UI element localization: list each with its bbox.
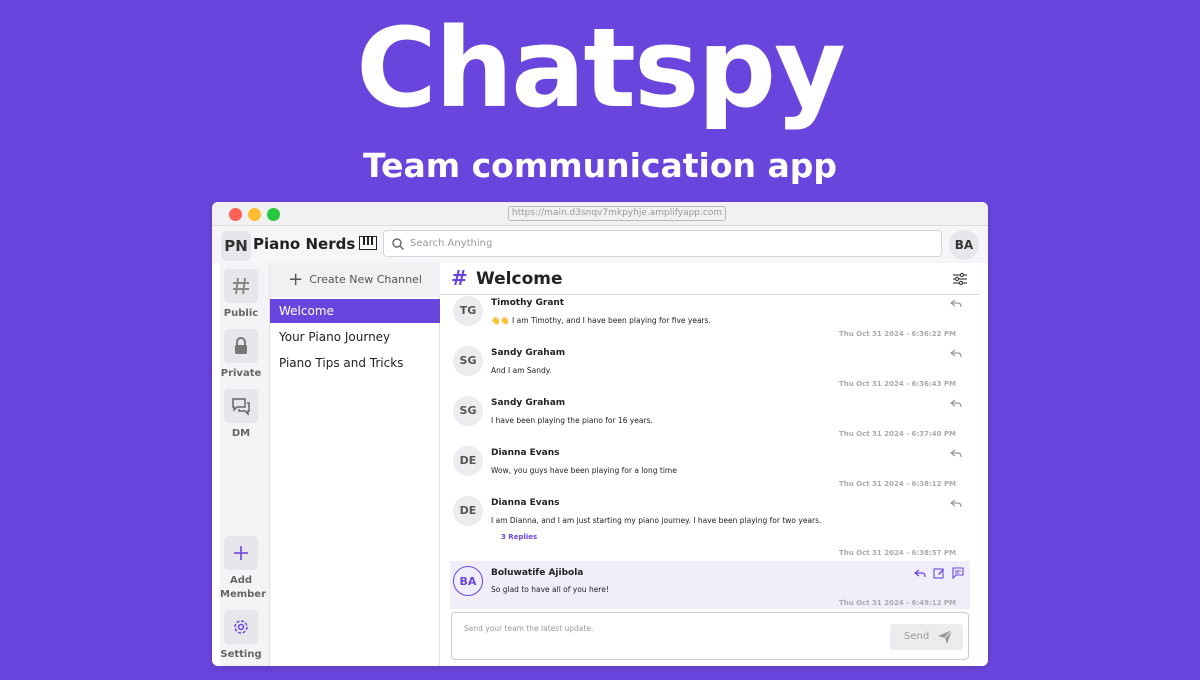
send-icon xyxy=(938,629,953,644)
message-text: Wow, you guys have been playing for a lo… xyxy=(491,466,677,475)
settings-button[interactable] xyxy=(224,610,258,644)
workspace-name-wrap: Piano Nerds xyxy=(253,234,378,254)
message-author[interactable]: Dianna Evans xyxy=(491,447,560,459)
private-label: Private xyxy=(220,368,262,379)
message-avatar[interactable]: SG xyxy=(453,346,483,376)
channel-item-piano-tips-and-tricks[interactable]: Piano Tips and Tricks xyxy=(270,351,440,375)
user-avatar[interactable]: BA xyxy=(949,230,979,260)
nav-rail: Public Private DM Add Member Setting xyxy=(220,263,270,666)
chat-bubbles-icon xyxy=(232,398,250,416)
message-item-own: BA Boluwatife Ajibola So glad to have al… xyxy=(450,561,970,609)
send-label: Send xyxy=(904,631,930,642)
message-item: SG Sandy Graham I have been playing the … xyxy=(450,396,970,444)
plus-icon: + xyxy=(288,269,304,290)
thread-reply-icon[interactable] xyxy=(952,567,964,579)
public-label: Public xyxy=(223,308,259,319)
filter-settings-icon[interactable] xyxy=(952,271,968,287)
thread-replies-link[interactable]: 3 Replies xyxy=(501,532,537,542)
add-member-button[interactable] xyxy=(224,536,258,570)
dm-label: DM xyxy=(231,428,251,439)
send-button[interactable]: Send xyxy=(890,624,963,650)
create-channel-label: Create New Channel xyxy=(309,273,422,286)
address-bar[interactable]: https://main.d3snqv7mkpyhje.amplifyapp.c… xyxy=(508,206,726,221)
lock-icon xyxy=(235,337,247,354)
message-avatar[interactable]: SG xyxy=(453,396,483,426)
hash-icon xyxy=(233,277,249,295)
message-text: 👋👋 I am Timothy, and I have been playing… xyxy=(491,316,711,325)
workspace-name: Piano Nerds xyxy=(253,235,356,253)
private-channels-button[interactable] xyxy=(224,329,258,363)
piano-keyboard-icon xyxy=(359,236,378,250)
search-bar[interactable]: Search Anything xyxy=(383,230,942,257)
message-timestamp: Thu Oct 31 2024 - 6:36:22 PM xyxy=(839,330,956,338)
message-text: So glad to have all of you here! xyxy=(491,585,609,594)
message-item: DE Dianna Evans Wow, you guys have been … xyxy=(450,446,970,494)
channel-main: # Welcome TG Timothy Grant 👋👋 I am Timot… xyxy=(440,263,988,666)
message-composer[interactable]: Send your team the latest update. Send xyxy=(451,612,969,660)
reply-icon[interactable] xyxy=(950,447,962,459)
hero-title: Chatspy xyxy=(356,4,846,132)
message-timestamp: Thu Oct 31 2024 - 6:38:12 PM xyxy=(839,480,956,488)
setting-label: Setting xyxy=(220,649,262,660)
message-item: TG Timothy Grant 👋👋 I am Timothy, and I … xyxy=(450,296,970,344)
message-author[interactable]: Sandy Graham xyxy=(491,347,565,359)
message-item: SG Sandy Graham And I am Sandy. Thu Oct … xyxy=(450,346,970,394)
reply-icon[interactable] xyxy=(950,347,962,359)
channel-list-panel: + Create New Channel Welcome Your Piano J… xyxy=(270,263,440,666)
direct-messages-button[interactable] xyxy=(224,389,258,423)
reply-icon[interactable] xyxy=(950,297,962,309)
channel-item-your-piano-journey[interactable]: Your Piano Journey xyxy=(270,325,440,349)
minimize-window-button[interactable] xyxy=(248,208,261,221)
app-topbar: PN Piano Nerds Search Anything BA xyxy=(212,226,988,263)
channel-hash-icon: # xyxy=(451,266,468,290)
channel-title: Welcome xyxy=(476,269,563,289)
reply-icon[interactable] xyxy=(950,397,962,409)
message-timestamp: Thu Oct 31 2024 - 6:49:12 PM xyxy=(839,599,956,607)
message-author[interactable]: Sandy Graham xyxy=(491,397,565,409)
add-member-label: Add Member xyxy=(220,575,267,600)
message-input[interactable]: Send your team the latest update. xyxy=(464,624,593,633)
message-text: I am Dianna, and I am just starting my p… xyxy=(491,516,822,525)
create-channel-button[interactable]: + Create New Channel xyxy=(270,263,440,297)
app-window: https://main.d3snqv7mkpyhje.amplifyapp.c… xyxy=(212,202,988,666)
message-author[interactable]: Dianna Evans xyxy=(491,497,560,509)
channel-item-welcome[interactable]: Welcome xyxy=(270,299,440,323)
message-text: I have been playing the piano for 16 yea… xyxy=(491,416,653,425)
channel-header: # Welcome xyxy=(440,263,980,295)
message-timestamp: Thu Oct 31 2024 - 6:38:57 PM xyxy=(839,549,956,557)
reply-icon[interactable] xyxy=(914,567,926,579)
search-input[interactable]: Search Anything xyxy=(410,231,492,256)
workspace-avatar[interactable]: PN xyxy=(221,231,251,261)
plus-icon xyxy=(234,546,248,560)
message-item: DE Dianna Evans I am Dianna, and I am ju… xyxy=(450,496,970,562)
edit-icon[interactable] xyxy=(933,567,945,579)
message-author[interactable]: Timothy Grant xyxy=(491,297,564,309)
message-avatar[interactable]: BA xyxy=(453,566,483,596)
reply-icon[interactable] xyxy=(950,497,962,509)
maximize-window-button[interactable] xyxy=(267,208,280,221)
search-icon xyxy=(392,238,404,250)
message-author[interactable]: Boluwatife Ajibola xyxy=(491,567,583,579)
gear-icon xyxy=(234,620,248,634)
hero-subtitle: Team communication app xyxy=(362,146,838,185)
message-avatar[interactable]: TG xyxy=(453,296,483,326)
browser-titlebar: https://main.d3snqv7mkpyhje.amplifyapp.c… xyxy=(212,202,988,226)
close-window-button[interactable] xyxy=(229,208,242,221)
message-timestamp: Thu Oct 31 2024 - 6:37:40 PM xyxy=(839,430,956,438)
message-text: And I am Sandy. xyxy=(491,366,552,375)
message-avatar[interactable]: DE xyxy=(453,446,483,476)
message-avatar[interactable]: DE xyxy=(453,496,483,526)
public-channels-button[interactable] xyxy=(224,269,258,303)
message-timestamp: Thu Oct 31 2024 - 6:36:43 PM xyxy=(839,380,956,388)
